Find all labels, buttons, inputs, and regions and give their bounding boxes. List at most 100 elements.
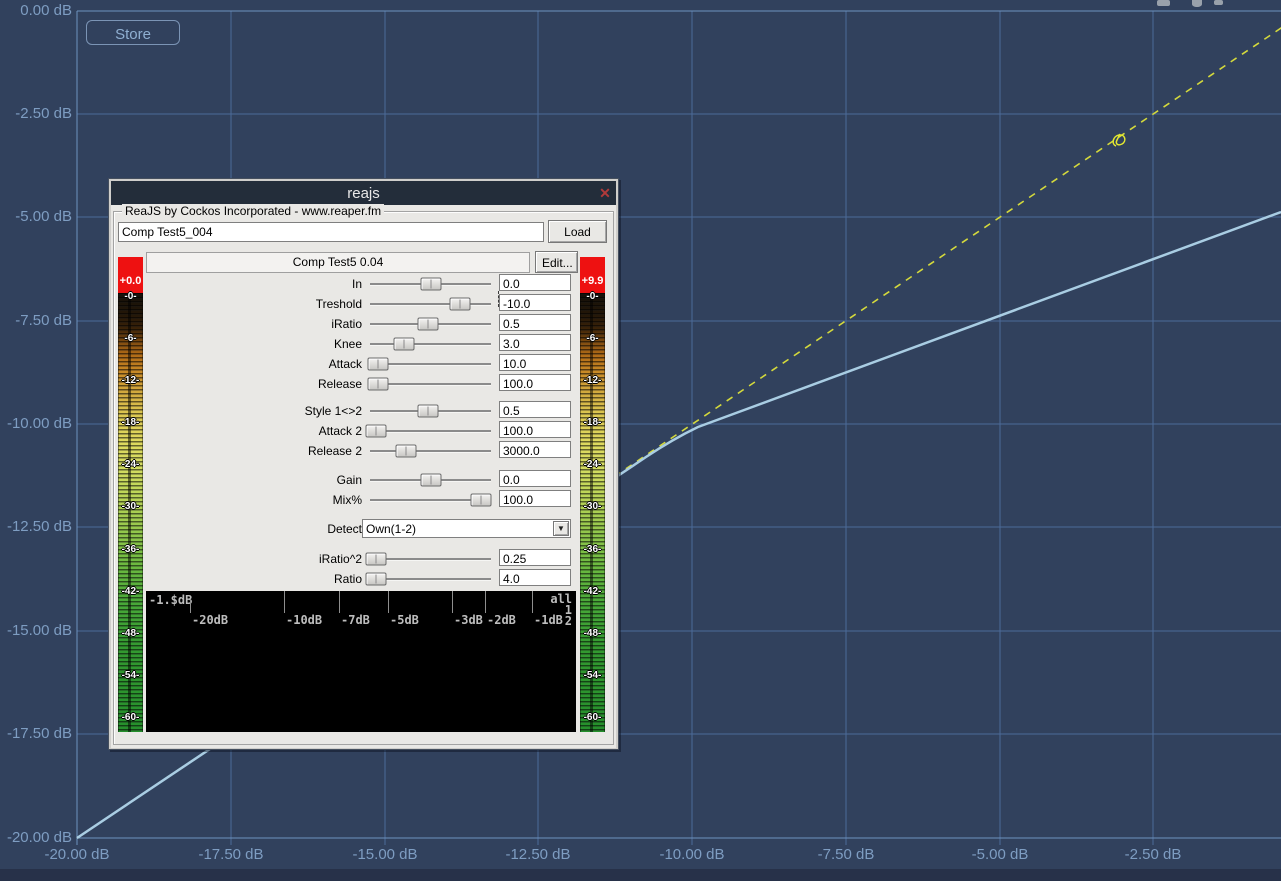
display-tick bbox=[388, 591, 389, 613]
window-titlebar[interactable]: reajs ✕ bbox=[111, 181, 616, 205]
param-label: Attack bbox=[328, 357, 362, 371]
param-row-attack: Attack 10.0 bbox=[146, 354, 578, 373]
slider-track[interactable] bbox=[370, 297, 491, 311]
close-icon[interactable]: ✕ bbox=[594, 185, 616, 202]
display-scale-label: -5dB bbox=[390, 613, 419, 627]
slider-track[interactable] bbox=[370, 317, 491, 331]
display-scale-label: -2dB bbox=[487, 613, 516, 627]
detect-value[interactable]: Own(1-2) bbox=[362, 519, 571, 538]
slider-track[interactable] bbox=[365, 572, 491, 586]
param-value-field[interactable]: 0.5 bbox=[499, 401, 571, 418]
meter-mark: -6- bbox=[124, 333, 137, 344]
param-row-detect: Detect Own(1-2) ▼ bbox=[146, 519, 578, 539]
reaper-fx-screen: { "graph": { "store_button": "Store", "y… bbox=[0, 0, 1281, 881]
x-axis-label: 0.00 dB bbox=[1247, 847, 1281, 863]
param-row-in: In 0.0 bbox=[146, 274, 578, 293]
display-scale-label: -10dB bbox=[286, 613, 323, 627]
param-row-release2: Release 2 3000.0 bbox=[146, 441, 578, 460]
param-label: Detect bbox=[327, 522, 362, 536]
param-row-iratio: iRatio 0.5 bbox=[146, 314, 578, 333]
meter-mark: -24- bbox=[121, 459, 140, 470]
slider-thumb[interactable] bbox=[365, 424, 387, 438]
param-row-iratio2: iRatio^2 0.25 bbox=[146, 549, 578, 568]
param-row-knee: Knee 3.0 bbox=[146, 334, 578, 353]
display-scale-label: -20dB bbox=[192, 613, 229, 627]
meter-mark: -42- bbox=[583, 586, 602, 597]
slider-track[interactable] bbox=[370, 337, 491, 351]
slider-thumb[interactable] bbox=[367, 357, 389, 371]
effect-name-bar: Comp Test5 0.04 bbox=[146, 252, 530, 273]
y-axis-label: -7.50 dB bbox=[15, 312, 72, 329]
slider-thumb[interactable] bbox=[449, 297, 471, 311]
slider-track[interactable] bbox=[365, 424, 491, 438]
meter-right-bar: -0- -6- -12- -18- -24- -30- -36- -42- -4… bbox=[580, 291, 605, 732]
slider-thumb[interactable] bbox=[470, 493, 492, 507]
param-value-field[interactable]: 10.0 bbox=[499, 354, 571, 371]
slider-track[interactable] bbox=[367, 357, 491, 371]
slider-track[interactable] bbox=[370, 444, 491, 458]
meter-mark: -36- bbox=[121, 544, 140, 555]
meter-mark: -42- bbox=[121, 586, 140, 597]
slider-thumb[interactable] bbox=[393, 337, 415, 351]
param-value-field[interactable]: -10.0 bbox=[499, 294, 571, 311]
param-value-field[interactable]: 0.25 bbox=[499, 549, 571, 566]
load-button[interactable]: Load bbox=[548, 220, 607, 243]
param-value-field[interactable]: 100.0 bbox=[499, 421, 571, 438]
param-value-field[interactable]: 100.0 bbox=[499, 374, 571, 391]
param-value-field[interactable]: 0.0 bbox=[499, 470, 571, 487]
slider-track[interactable] bbox=[370, 493, 492, 507]
param-row-mix: Mix% 100.0 bbox=[146, 490, 578, 509]
slider-thumb[interactable] bbox=[367, 377, 389, 391]
slider-track[interactable] bbox=[370, 277, 491, 291]
param-label: In bbox=[351, 277, 362, 291]
meter-right: +9.9 -0- -6- -12- -18- -24- -30- -36- -4… bbox=[580, 257, 605, 732]
slider-thumb[interactable] bbox=[420, 473, 441, 487]
display-tick bbox=[190, 599, 191, 613]
param-label: Knee bbox=[333, 337, 362, 351]
slider-track[interactable] bbox=[370, 473, 491, 487]
y-axis-label: -10.00 dB bbox=[6, 415, 72, 432]
slider-track[interactable] bbox=[370, 404, 491, 418]
preset-name-input[interactable]: Comp Test5_004 bbox=[118, 222, 544, 242]
display-tick bbox=[452, 591, 453, 613]
chevron-down-icon[interactable]: ▼ bbox=[553, 521, 569, 536]
param-row-treshold: Treshold -10.0 bbox=[146, 291, 578, 313]
slider-thumb[interactable] bbox=[365, 572, 387, 586]
meter-mark: -0- bbox=[124, 291, 137, 302]
x-axis-label: -15.00 dB bbox=[352, 846, 418, 863]
slider-track[interactable] bbox=[365, 552, 491, 566]
param-value-field[interactable]: 4.0 bbox=[499, 569, 571, 586]
store-button[interactable]: Store bbox=[86, 20, 180, 45]
slider-track[interactable] bbox=[367, 377, 491, 391]
gain-reduction-display: -1.$dB all 1 2 -20dB -10dB -7dB -5dB -3d… bbox=[146, 591, 576, 732]
meter-mark: -48- bbox=[583, 628, 602, 639]
slider-thumb[interactable] bbox=[420, 277, 441, 291]
param-row-release: Release 100.0 bbox=[146, 374, 578, 393]
meter-mark: -18- bbox=[121, 417, 140, 428]
x-axis-label: -2.50 dB bbox=[1124, 846, 1182, 863]
slider-thumb[interactable] bbox=[417, 317, 439, 331]
meter-left-peak: +0.0 bbox=[118, 257, 143, 293]
meter-left-bar: -0- -6- -12- -18- -24- -30- -36- -42- -4… bbox=[118, 291, 143, 732]
y-axis-label: -17.50 dB bbox=[6, 725, 72, 742]
param-value-field[interactable]: 100.0 bbox=[499, 490, 571, 507]
meter-mark: -6- bbox=[586, 333, 599, 344]
meter-mark: -48- bbox=[121, 628, 140, 639]
meter-mark: -24- bbox=[583, 459, 602, 470]
param-value-field[interactable]: 0.0 bbox=[499, 274, 571, 291]
param-value-field[interactable]: 3.0 bbox=[499, 334, 571, 351]
x-axis-label: -7.50 dB bbox=[817, 846, 875, 863]
slider-thumb[interactable] bbox=[417, 404, 439, 418]
slider-thumb[interactable] bbox=[365, 552, 387, 566]
display-scale-label: -1dB bbox=[534, 613, 563, 627]
edit-button[interactable]: Edit... bbox=[535, 251, 578, 273]
meter-mark: -60- bbox=[121, 712, 140, 723]
x-axis-label: -5.00 dB bbox=[971, 846, 1029, 863]
detect-combobox[interactable]: Own(1-2) ▼ bbox=[362, 519, 571, 538]
param-value-field[interactable]: 3000.0 bbox=[499, 441, 571, 458]
meter-mark: -36- bbox=[583, 544, 602, 555]
meter-mark: -0- bbox=[586, 291, 599, 302]
param-value-field[interactable]: 0.5 bbox=[499, 314, 571, 331]
bottom-toolbar-strip bbox=[0, 869, 1281, 881]
slider-thumb[interactable] bbox=[395, 444, 417, 458]
